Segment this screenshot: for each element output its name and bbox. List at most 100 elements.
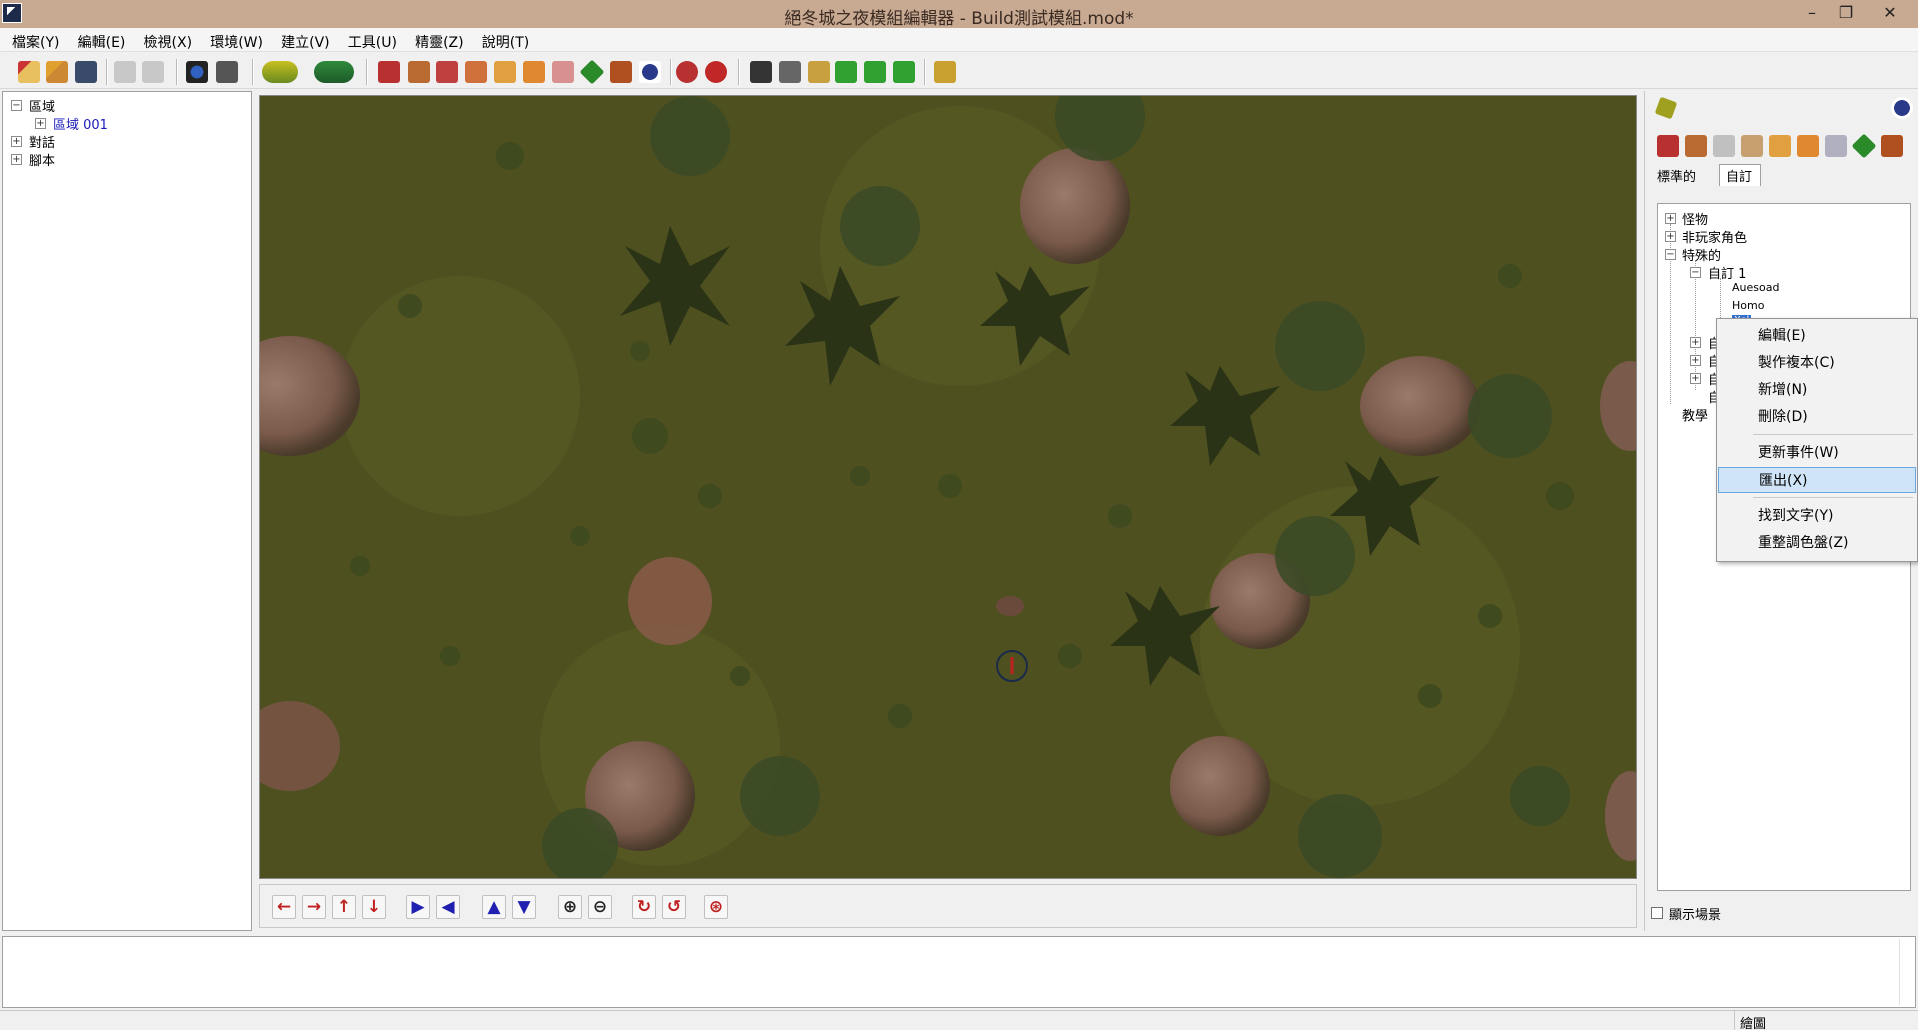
pan-up-button[interactable]: ↑ (332, 895, 356, 919)
close-button[interactable]: ✕ (1872, 0, 1908, 26)
tree-monsters[interactable]: 怪物 (1682, 209, 1708, 228)
expand-npcs-icon[interactable]: + (1665, 231, 1676, 242)
encounter-icon[interactable] (436, 61, 458, 83)
expand-monsters-icon[interactable]: + (1665, 213, 1676, 224)
ctx-copy[interactable]: 製作複本(C) (1718, 350, 1916, 376)
zoom-in-button[interactable]: ⊕ (558, 895, 582, 919)
collapse-custom1-icon[interactable]: − (1690, 267, 1701, 278)
tree-special[interactable]: 特殊的 (1682, 245, 1721, 264)
trigger-icon[interactable] (579, 59, 605, 85)
rotate-ccw-button[interactable]: ↺ (662, 895, 686, 919)
menu-view[interactable]: 檢視(X) (142, 28, 195, 56)
menu-edit[interactable]: 編輯(E) (76, 28, 128, 56)
placeable-icon[interactable] (523, 61, 545, 83)
tilt-up-button[interactable]: ▲ (482, 895, 506, 919)
show-scene-checkbox[interactable] (1651, 907, 1663, 919)
tree-item-auesoad[interactable]: Auesoad (1732, 281, 1779, 294)
expand-e3-icon[interactable]: + (1690, 373, 1701, 384)
paint-palette-icon[interactable] (1654, 96, 1678, 120)
menu-wizards[interactable]: 精靈(Z) (413, 28, 466, 56)
tab-custom[interactable]: 自訂 (1719, 164, 1762, 186)
merchant-icon[interactable] (494, 61, 516, 83)
palette-placeable-icon[interactable] (1797, 135, 1819, 157)
sound-icon[interactable] (552, 61, 574, 83)
palette-encounter-icon[interactable] (1713, 135, 1735, 157)
ctx-new[interactable]: 新增(N) (1718, 377, 1916, 403)
tileset-icon[interactable] (779, 61, 801, 83)
menu-environment[interactable]: 環境(W) (208, 28, 265, 56)
menu-tools[interactable]: 工具(U) (346, 28, 399, 56)
tree-areas[interactable]: 區域 (29, 96, 55, 115)
expand-scripts-icon[interactable]: + (11, 154, 22, 165)
tilt-down-button[interactable]: ▼ (512, 895, 536, 919)
ctx-find-text[interactable]: 找到文字(Y) (1718, 503, 1916, 529)
menu-build[interactable]: 建立(V) (279, 28, 332, 56)
tree-item-homo[interactable]: Homo (1732, 299, 1764, 312)
console-scrollbar[interactable] (1899, 939, 1913, 1005)
ctx-refresh[interactable]: 更新事件(W) (1718, 440, 1916, 466)
paint-objects-icon[interactable] (314, 61, 354, 83)
menu-help[interactable]: 說明(T) (480, 28, 531, 56)
collapse-special-icon[interactable]: − (1665, 249, 1676, 260)
redo-icon[interactable] (142, 61, 164, 83)
terrain-paint-icon[interactable] (262, 61, 298, 83)
save-icon[interactable] (75, 61, 97, 83)
ctx-repalette[interactable]: 重整調色盤(Z) (1718, 530, 1916, 556)
key-icon[interactable] (808, 61, 830, 83)
minimize-button[interactable]: – (1794, 0, 1830, 26)
palette-trigger-icon[interactable] (1851, 133, 1877, 159)
expand-e1-icon[interactable]: + (1690, 337, 1701, 348)
ctx-export[interactable]: 匯出(X) (1718, 467, 1916, 493)
ctx-delete[interactable]: 刪除(D) (1718, 404, 1916, 430)
expand-e2-icon[interactable]: + (1690, 355, 1701, 366)
map-g-icon[interactable] (893, 61, 915, 83)
palette-info-icon[interactable] (1891, 97, 1913, 119)
palette-waypoint-icon[interactable] (1881, 135, 1903, 157)
search-key-icon[interactable] (934, 61, 956, 83)
item-icon[interactable] (465, 61, 487, 83)
tree-scripts[interactable]: 腳本 (29, 150, 55, 169)
palette-merchant-icon[interactable] (1769, 135, 1791, 157)
reset-camera-button[interactable]: ⊛ (704, 895, 728, 919)
output-console[interactable] (2, 936, 1916, 1008)
journal-icon[interactable] (705, 61, 727, 83)
build-icon[interactable] (216, 61, 238, 83)
expand-dialogs-icon[interactable]: + (11, 136, 22, 147)
collapse-areas-icon[interactable]: − (11, 100, 22, 111)
script-icon[interactable] (750, 61, 772, 83)
rotate-left-button[interactable]: ◀ (436, 895, 460, 919)
info-icon[interactable] (639, 61, 661, 83)
door-icon[interactable] (408, 61, 430, 83)
palette-item-icon[interactable] (1741, 135, 1763, 157)
menu-file[interactable]: 檔案(Y) (10, 28, 61, 56)
tree-custom-1[interactable]: 自訂 1 (1708, 263, 1746, 282)
pan-left-button[interactable]: ← (272, 895, 296, 919)
palette-sound-icon[interactable] (1825, 135, 1847, 157)
waypoint-icon[interactable] (610, 61, 632, 83)
tree-npcs[interactable]: 非玩家角色 (1682, 227, 1747, 246)
status-bar: 繪圖 (0, 1010, 1918, 1030)
area-map-viewport[interactable] (259, 95, 1637, 879)
tree-dialogs[interactable]: 對話 (29, 132, 55, 151)
palette-door-icon[interactable] (1685, 135, 1707, 157)
rotate-cw-button[interactable]: ↻ (632, 895, 656, 919)
tree-tutorial[interactable]: 教學 (1682, 405, 1708, 424)
rotate-right-button[interactable]: ▶ (406, 895, 430, 919)
pan-down-button[interactable]: ↓ (362, 895, 386, 919)
ctx-edit[interactable]: 編輯(E) (1718, 323, 1916, 349)
expand-area-icon[interactable]: + (35, 118, 46, 129)
tab-standard[interactable]: 標準的 (1657, 166, 1696, 185)
creature-icon[interactable] (378, 61, 400, 83)
pan-right-button[interactable]: → (302, 895, 326, 919)
undo-icon[interactable] (114, 61, 136, 83)
conversation-icon[interactable] (676, 61, 698, 83)
map-x-icon[interactable] (835, 61, 857, 83)
new-module-icon[interactable] (18, 61, 40, 83)
zoom-out-button[interactable]: ⊖ (588, 895, 612, 919)
tree-area-001[interactable]: 區域 001 (53, 114, 108, 133)
map-r-icon[interactable] (864, 61, 886, 83)
palette-creature-icon[interactable] (1657, 135, 1679, 157)
open-module-icon[interactable] (46, 61, 68, 83)
maximize-button[interactable]: ❐ (1828, 0, 1864, 26)
module-properties-icon[interactable] (186, 61, 208, 83)
